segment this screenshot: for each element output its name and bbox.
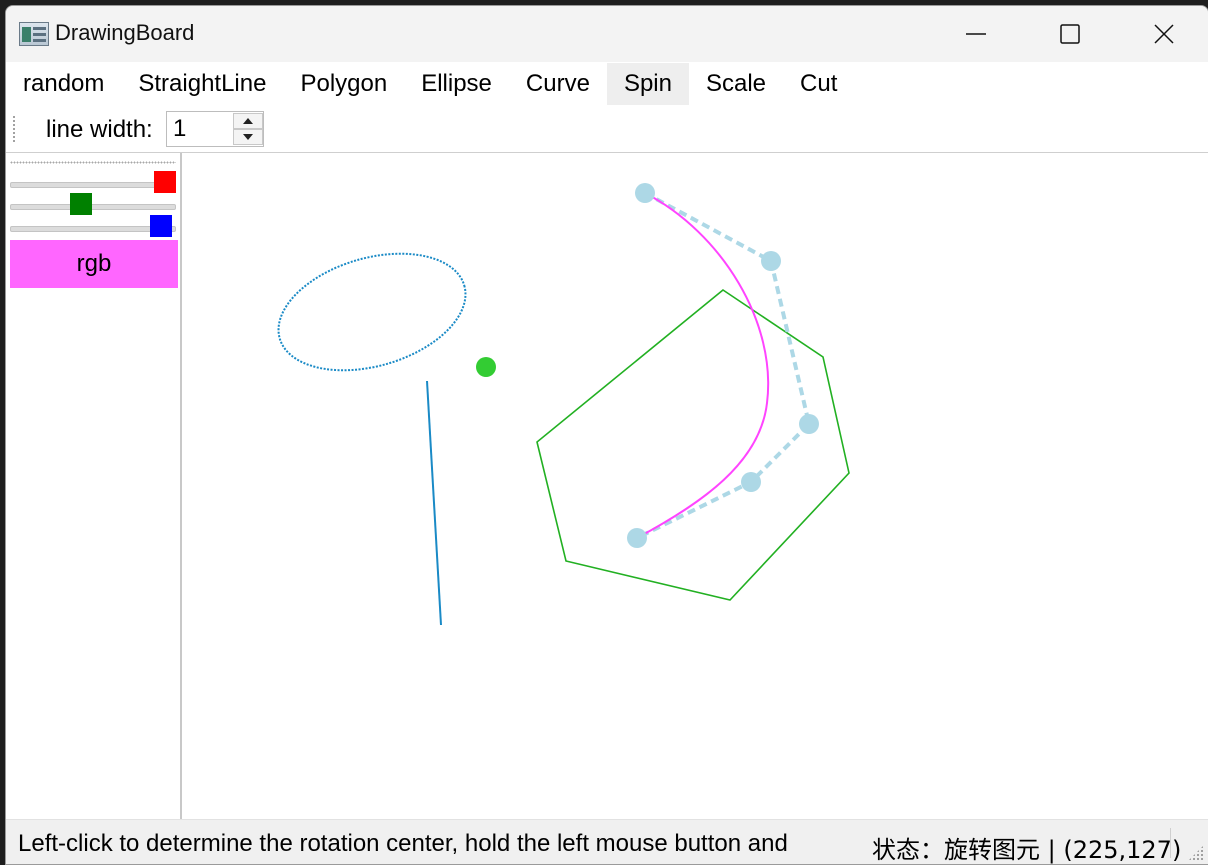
close-button[interactable] [1117, 6, 1208, 62]
red-slider[interactable] [10, 182, 176, 188]
line-width-input[interactable] [167, 112, 231, 146]
panel-drag-handle[interactable] [10, 161, 176, 164]
menu-cut[interactable]: Cut [783, 63, 854, 105]
green-slider-handle[interactable] [70, 193, 93, 215]
curve-control-points [627, 183, 819, 548]
status-bar: Left-click to determine the rotation cen… [6, 819, 1208, 864]
menu-scale[interactable]: Scale [689, 63, 783, 105]
color-panel: rgb [6, 153, 182, 819]
status-message: Left-click to determine the rotation cen… [18, 830, 788, 857]
polygon-shape [536, 289, 850, 601]
menu-random[interactable]: random [6, 63, 121, 105]
drawingboard-window: DrawingBoard random StraightLine Polygon… [5, 5, 1208, 865]
line-width-spinbox[interactable] [166, 111, 264, 147]
rotation-center-point [476, 357, 496, 377]
line-width-stepper[interactable] [233, 112, 263, 146]
rgb-color-swatch[interactable]: rgb [10, 240, 178, 288]
toolbar: line width: [6, 106, 1208, 153]
app-icon [19, 22, 49, 46]
control-point[interactable] [627, 528, 647, 548]
window-title: DrawingBoard [55, 20, 195, 45]
line-width-increment-button[interactable] [233, 113, 263, 129]
maximize-button[interactable] [1023, 6, 1117, 62]
maximize-icon [1060, 24, 1080, 44]
control-point[interactable] [799, 414, 819, 434]
green-slider[interactable] [10, 204, 176, 210]
menu-ellipse[interactable]: Ellipse [404, 63, 509, 105]
ellipse-shape [277, 252, 467, 372]
resize-grip[interactable] [1188, 845, 1204, 861]
arrow-down-icon [243, 134, 253, 140]
menu-bar: random StraightLine Polygon Ellipse Curv… [6, 62, 1208, 106]
menu-straightline[interactable]: StraightLine [121, 63, 283, 105]
line-width-label: line width: [46, 116, 153, 143]
control-point[interactable] [761, 251, 781, 271]
canvas-drawing [277, 183, 850, 626]
straight-line-shape [426, 380, 442, 626]
menu-curve[interactable]: Curve [509, 63, 607, 105]
blue-slider-handle[interactable] [149, 215, 172, 237]
red-slider-handle[interactable] [154, 171, 176, 193]
line-width-decrement-button[interactable] [233, 129, 263, 145]
minimize-button[interactable] [929, 6, 1023, 62]
close-icon [1154, 24, 1174, 44]
minimize-icon [966, 33, 986, 35]
toolbar-grip-handle[interactable] [12, 115, 16, 143]
control-point[interactable] [741, 472, 761, 492]
status-state-coordinates: 状态：旋转图元 | (225,127) [872, 836, 1182, 864]
drawing-canvas[interactable] [182, 153, 1208, 819]
menu-spin[interactable]: Spin [606, 63, 689, 105]
menu-polygon[interactable]: Polygon [283, 63, 404, 105]
curve-control-polygon [636, 191, 812, 540]
arrow-up-icon [243, 118, 253, 124]
status-divider [1170, 828, 1171, 858]
control-point[interactable] [635, 183, 655, 203]
title-bar[interactable]: DrawingBoard [6, 6, 1208, 62]
